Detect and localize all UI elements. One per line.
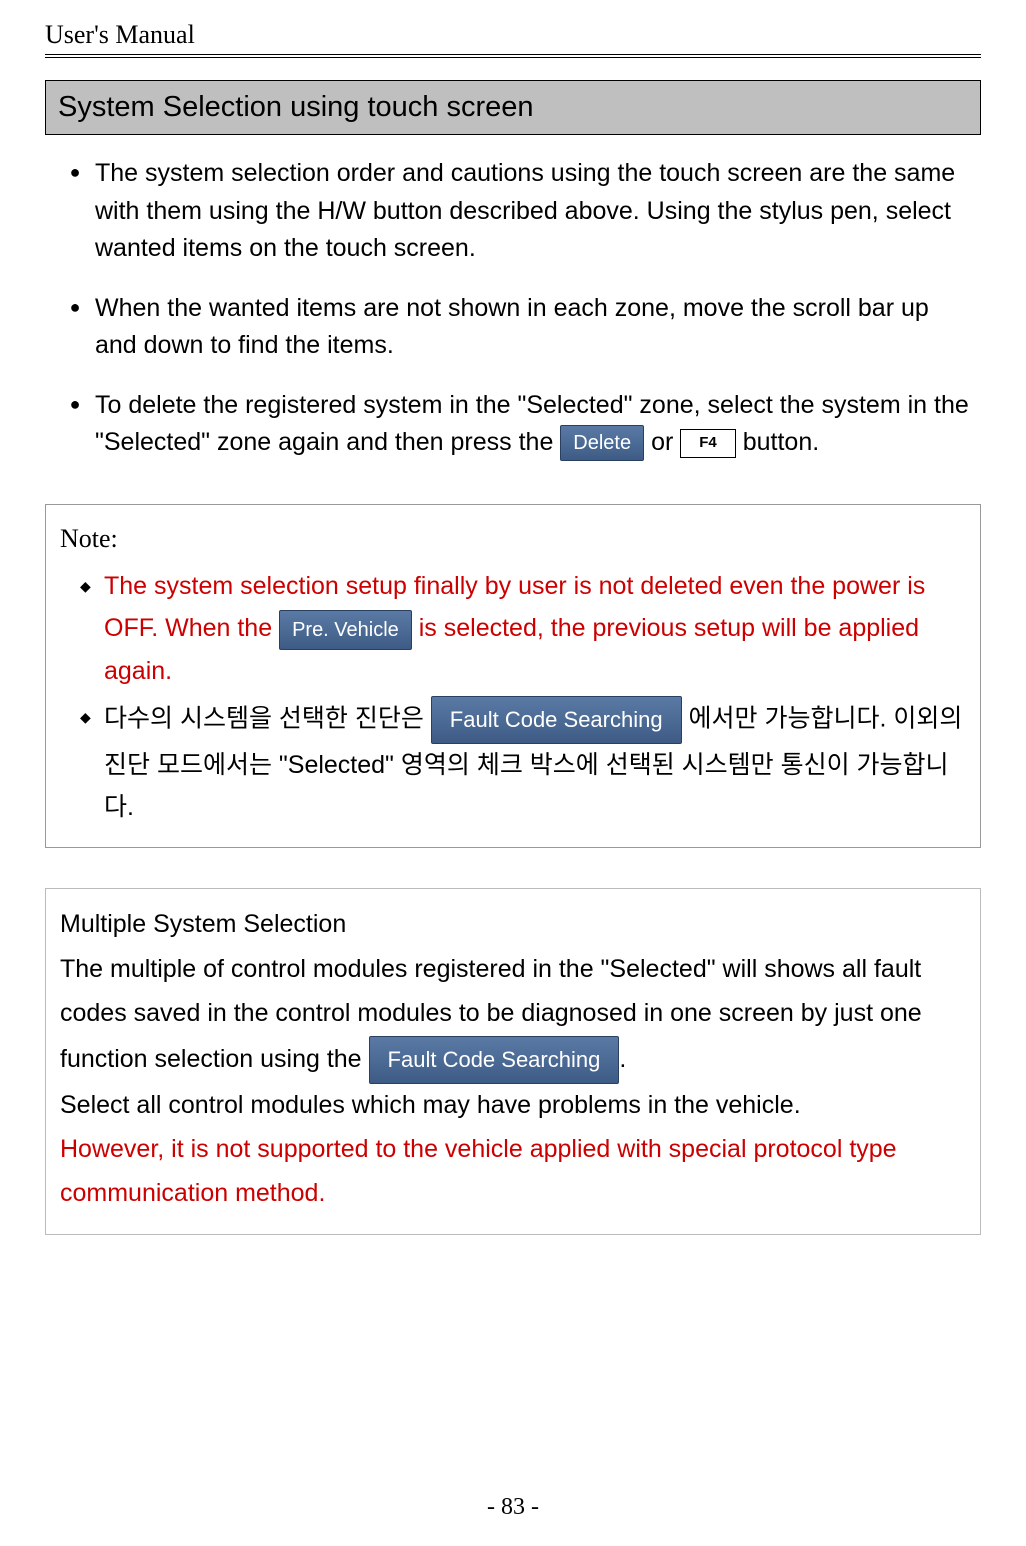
header-title: User's Manual (45, 20, 981, 54)
bullet-icon: ● (55, 155, 95, 268)
fault-code-searching-button[interactable]: Fault Code Searching (431, 696, 682, 743)
text-fragment: button. (743, 428, 819, 456)
text-fragment: To delete the registered system in the "… (95, 391, 969, 457)
bullet-icon: ● (55, 387, 95, 462)
note-text: 다수의 시스템을 선택한 진단은 Fault Code Searching 에서… (104, 696, 966, 828)
note-label: Note: (60, 517, 966, 561)
note-text: The system selection setup finally by us… (104, 565, 966, 693)
note-box: Note: ◆ The system selection setup final… (45, 504, 981, 848)
f4-button[interactable]: F4 (680, 429, 736, 458)
header-divider (45, 54, 981, 58)
pre-vehicle-button[interactable]: Pre. Vehicle (279, 610, 412, 650)
section-header: System Selection using touch screen (45, 80, 981, 135)
bullet-item: ● When the wanted items are not shown in… (55, 290, 971, 365)
delete-button[interactable]: Delete (560, 425, 644, 461)
text-fragment: or (651, 428, 680, 456)
multi-body: The multiple of control modules register… (60, 948, 966, 1084)
bullet-text: To delete the registered system in the "… (95, 387, 971, 462)
bullet-text: The system selection order and cautions … (95, 155, 971, 268)
bullet-list: ● The system selection order and caution… (45, 135, 981, 494)
multi-title: Multiple System Selection (60, 903, 966, 947)
bullet-icon: ● (55, 290, 95, 365)
multi-system-box: Multiple System Selection The multiple o… (45, 888, 981, 1235)
note-item: ◆ The system selection setup finally by … (60, 565, 966, 693)
fault-code-searching-button[interactable]: Fault Code Searching (369, 1036, 620, 1085)
multi-line: Select all control modules which may hav… (60, 1084, 966, 1128)
multi-warning: However, it is not supported to the vehi… (60, 1128, 966, 1216)
bullet-text: When the wanted items are not shown in e… (95, 290, 971, 365)
bullet-item: ● To delete the registered system in the… (55, 387, 971, 462)
bullet-item: ● The system selection order and caution… (55, 155, 971, 268)
note-item: ◆ 다수의 시스템을 선택한 진단은 Fault Code Searching … (60, 696, 966, 828)
page-number: - 83 - (0, 1494, 1026, 1521)
diamond-icon: ◆ (80, 696, 104, 828)
text-fragment: 다수의 시스템을 선택한 진단은 (104, 705, 431, 733)
text-fragment: . (619, 1045, 626, 1073)
diamond-icon: ◆ (80, 565, 104, 693)
